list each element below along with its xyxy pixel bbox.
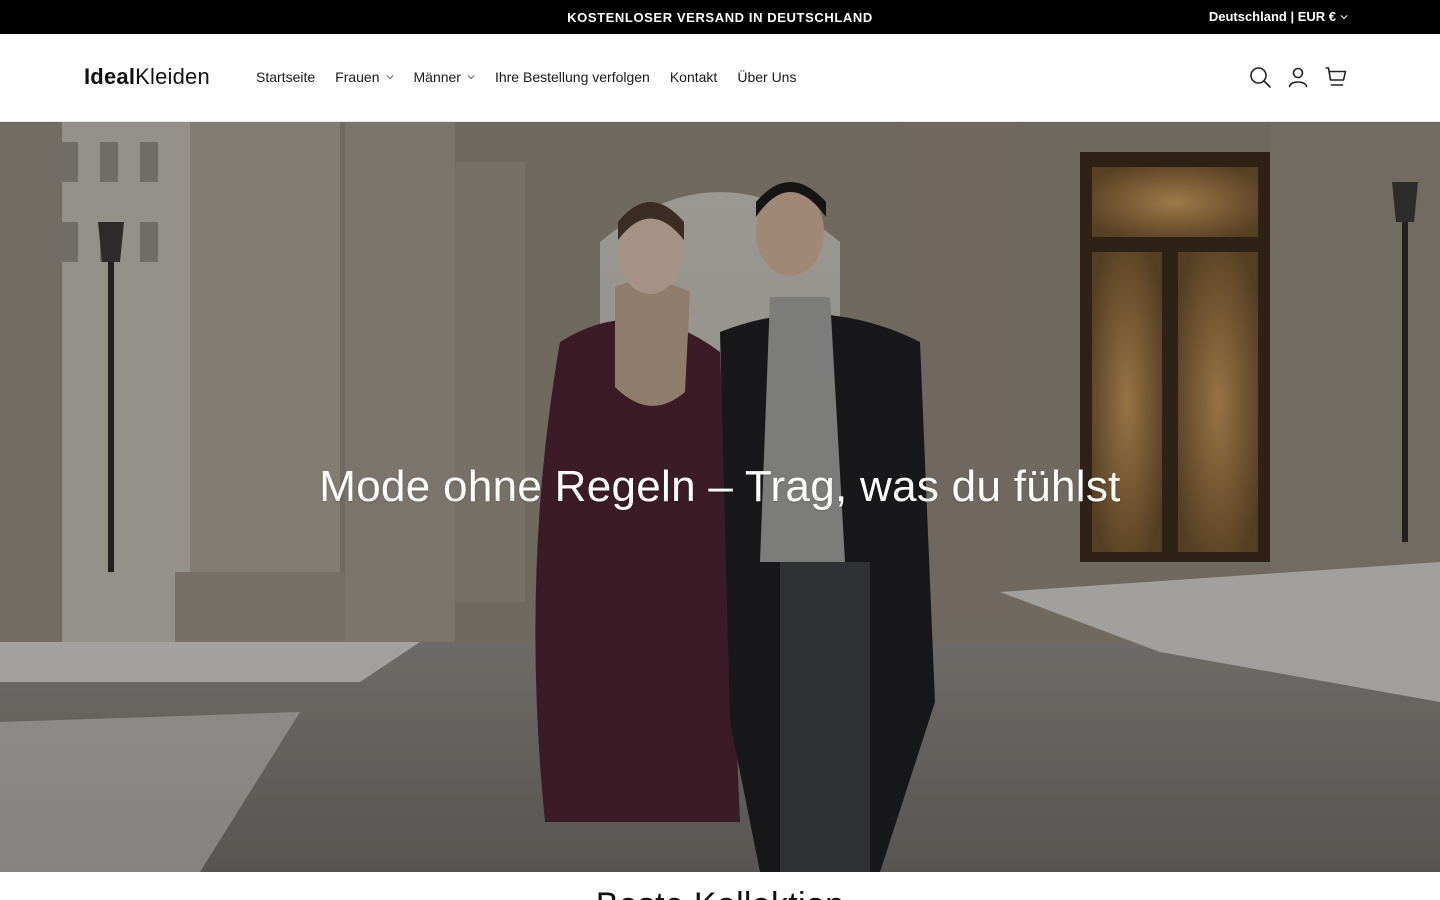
nav-item-label: Männer (413, 69, 461, 85)
main-nav: Startseite Frauen Männer Ihre Bestellung… (256, 69, 796, 85)
nav-item-startseite[interactable]: Startseite (256, 69, 315, 85)
chevron-down-icon (1340, 14, 1348, 19)
logo-light-text: Kleiden (135, 64, 210, 89)
nav-item-label: Ihre Bestellung verfolgen (494, 69, 650, 85)
section-heading: Beste Kollektion (0, 886, 1440, 900)
cart-icon[interactable] (1324, 65, 1348, 89)
locale-selector[interactable]: Deutschland | EUR € (1209, 9, 1348, 24)
account-icon[interactable] (1286, 65, 1310, 89)
nav-item-kontakt[interactable]: Kontakt (670, 69, 717, 85)
nav-item-maenner[interactable]: Männer (414, 69, 475, 85)
hero-banner: Mode ohne Regeln – Trag, was du fühlst (0, 122, 1440, 872)
header-icons (1248, 65, 1348, 89)
chevron-down-icon (385, 75, 394, 80)
nav-item-bestellung[interactable]: Ihre Bestellung verfolgen (495, 69, 650, 85)
locale-label: Deutschland | EUR € (1208, 9, 1336, 24)
search-icon[interactable] (1248, 65, 1272, 89)
nav-item-frauen[interactable]: Frauen (335, 69, 394, 85)
nav-item-ueber-uns[interactable]: Über Uns (737, 69, 796, 85)
nav-item-label: Über Uns (737, 69, 797, 85)
chevron-down-icon (467, 75, 475, 80)
nav-item-label: Frauen (335, 69, 380, 85)
site-logo[interactable]: IdealKleiden (84, 64, 210, 90)
nav-item-label: Kontakt (669, 69, 718, 85)
announcement-bar: KOSTENLOSER VERSAND IN DEUTSCHLAND Deuts… (0, 0, 1440, 34)
hero-title: Mode ohne Regeln – Trag, was du fühlst (319, 462, 1121, 511)
site-header: IdealKleiden Startseite Frauen Männer Ih… (0, 34, 1440, 122)
nav-item-label: Startseite (256, 69, 316, 85)
logo-bold-text: Ideal (84, 64, 136, 89)
